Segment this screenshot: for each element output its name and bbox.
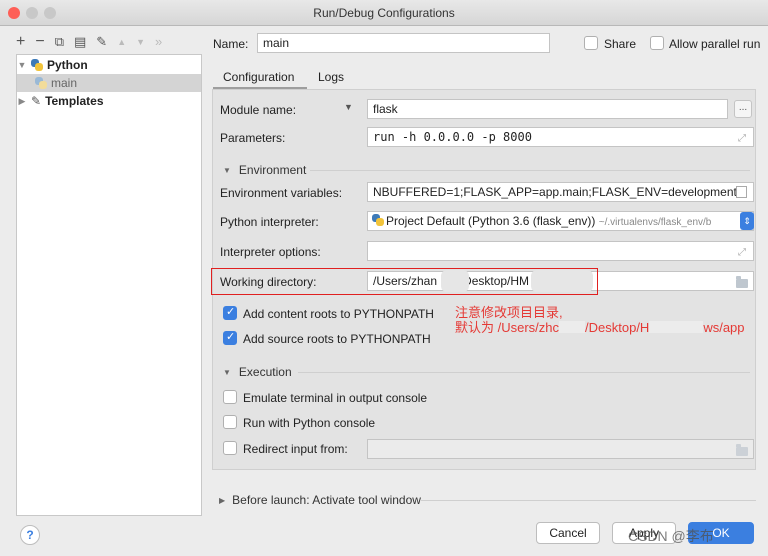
- interpreter-options-label: Interpreter options:: [220, 245, 321, 259]
- remove-icon[interactable]: −: [35, 34, 44, 50]
- tree-item-python[interactable]: ▼ Python: [17, 56, 201, 74]
- cancel-button[interactable]: Cancel: [536, 522, 600, 544]
- env-vars-input[interactable]: NBUFFERED=1;FLASK_APP=app.main;FLASK_ENV…: [367, 182, 754, 202]
- watermark: CSDN @李布: [628, 528, 714, 544]
- redirect-input-checkbox[interactable]: [223, 441, 237, 455]
- emulate-terminal-checkbox[interactable]: [223, 390, 237, 404]
- module-name-input[interactable]: flask: [367, 99, 728, 119]
- chevron-right-icon[interactable]: ▶: [17, 96, 27, 107]
- run-python-console-label: Run with Python console: [243, 416, 376, 430]
- annotation-line-2-part-3: ws/app: [703, 320, 745, 335]
- config-toolbar: + − ⧉ ▤ ✎ ▲ ▼ »: [16, 32, 162, 52]
- chevron-down-icon[interactable]: ▼: [223, 166, 231, 175]
- chevron-down-icon[interactable]: ▼: [17, 60, 27, 70]
- expand-icon[interactable]: ⤢: [738, 247, 746, 258]
- python-icon: [35, 77, 47, 89]
- before-launch-section[interactable]: ▶ Before launch: Activate tool window: [219, 493, 421, 507]
- edit-env-icon[interactable]: [736, 186, 747, 198]
- chevron-down-icon[interactable]: ▼: [344, 102, 353, 112]
- run-debug-dialog: Run/Debug Configurations + − ⧉ ▤ ✎ ▲ ▼ »…: [0, 0, 768, 556]
- add-icon[interactable]: +: [16, 34, 25, 50]
- more-icon[interactable]: »: [155, 34, 162, 50]
- tree-item-label: Python: [47, 58, 88, 72]
- allow-parallel-label: Allow parallel run: [669, 37, 761, 51]
- before-launch-label: Before launch: Activate tool window: [232, 493, 421, 507]
- env-vars-label: Environment variables:: [220, 186, 343, 200]
- chevron-down-icon[interactable]: ▼: [223, 368, 231, 377]
- wrench-icon[interactable]: ✎: [96, 34, 107, 50]
- tree-item-main[interactable]: main: [17, 74, 201, 92]
- redaction-blur: [559, 321, 586, 333]
- name-label: Name:: [213, 37, 249, 51]
- wrench-icon: ✎: [31, 94, 42, 108]
- window-title: Run/Debug Configurations: [313, 6, 455, 20]
- redaction-blur: [649, 321, 704, 333]
- environment-section-label: Environment: [238, 163, 307, 177]
- run-python-console-checkbox[interactable]: [223, 415, 237, 429]
- interpreter-label: Python interpreter:: [220, 215, 319, 229]
- python-icon: [372, 214, 384, 226]
- section-divider: [298, 372, 750, 373]
- tree-item-label: main: [51, 76, 78, 90]
- execution-section[interactable]: ▼ Execution: [223, 365, 292, 379]
- copy-icon[interactable]: ⧉: [55, 34, 64, 50]
- chevron-updown-icon[interactable]: ⇕: [740, 212, 754, 230]
- move-down-icon[interactable]: ▼: [136, 34, 145, 50]
- parameters-input[interactable]: run -h 0.0.0.0 -p 8000: [367, 127, 754, 147]
- folder-icon[interactable]: [736, 444, 748, 456]
- add-content-roots-label: Add content roots to PYTHONPATH: [243, 307, 434, 321]
- name-input[interactable]: main: [257, 33, 550, 53]
- execution-section-label: Execution: [238, 365, 292, 379]
- interpreter-select[interactable]: Project Default (Python 3.6 (flask_env))…: [367, 211, 754, 231]
- move-up-icon[interactable]: ▲: [117, 34, 126, 50]
- add-source-roots-label: Add source roots to PYTHONPATH: [243, 332, 431, 346]
- title-bar: Run/Debug Configurations: [0, 0, 768, 26]
- section-divider: [310, 170, 750, 171]
- config-tree: ▼ Python main ▶ ✎ Templates: [16, 54, 202, 516]
- allow-parallel-checkbox[interactable]: [650, 36, 664, 50]
- module-browse-button[interactable]: ...: [734, 100, 752, 118]
- section-divider: [421, 500, 756, 501]
- tree-item-label: Templates: [45, 94, 104, 108]
- share-label: Share: [604, 37, 637, 51]
- interpreter-path: ~/.virtualenvs/flask_env/b: [598, 217, 712, 228]
- interpreter-value: Project Default (Python 3.6 (flask_env)): [386, 214, 596, 228]
- annotation-line-2: 默认为 /Users/zhc/Desktop/H ws/app: [455, 317, 745, 336]
- interpreter-options-input[interactable]: [367, 241, 754, 261]
- parameters-label: Parameters:: [220, 131, 286, 145]
- emulate-terminal-label: Emulate terminal in output console: [243, 391, 428, 405]
- redirect-input-label: Redirect input from:: [243, 442, 348, 456]
- redirect-input-field[interactable]: [367, 439, 754, 459]
- tree-item-templates[interactable]: ▶ ✎ Templates: [17, 92, 201, 110]
- save-icon[interactable]: ▤: [74, 34, 86, 50]
- add-content-roots-checkbox[interactable]: [223, 305, 237, 320]
- share-checkbox[interactable]: [584, 36, 598, 50]
- help-button[interactable]: ?: [20, 525, 40, 545]
- environment-section[interactable]: ▼ Environment: [223, 163, 306, 177]
- annotation-line-2-part-1: 默认为 /Users/zhc: [455, 320, 560, 335]
- folder-icon[interactable]: [736, 276, 748, 288]
- highlight-box: [211, 268, 598, 295]
- chevron-right-icon[interactable]: ▶: [219, 496, 225, 505]
- python-icon: [31, 59, 43, 71]
- add-source-roots-checkbox[interactable]: [223, 330, 237, 345]
- module-name-label: Module name:: [220, 103, 297, 117]
- annotation-line-2-part-2: /Desktop/H: [585, 320, 650, 335]
- expand-icon[interactable]: ⤢: [738, 133, 746, 144]
